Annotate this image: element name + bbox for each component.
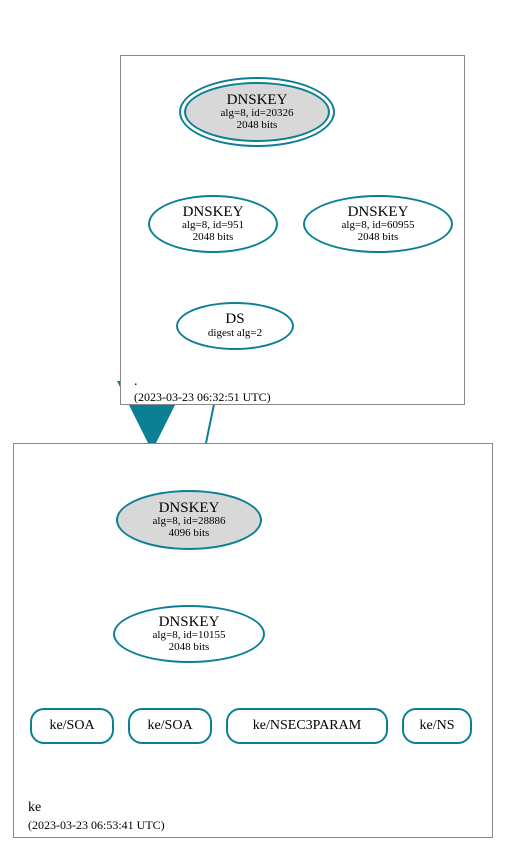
zone-ke-timestamp: (2023-03-23 06:53:41 UTC) bbox=[28, 818, 165, 833]
zone-root-timestamp: (2023-03-23 06:32:51 UTC) bbox=[134, 390, 271, 405]
node-ke-zsk: DNSKEY alg=8, id=10155 2048 bits bbox=[113, 605, 265, 663]
node-sub: 4096 bits bbox=[169, 528, 210, 540]
node-sub: 2048 bits bbox=[193, 232, 234, 244]
node-ke-ksk: DNSKEY alg=8, id=28886 4096 bits bbox=[116, 490, 262, 550]
node-title: DNSKEY bbox=[227, 93, 288, 109]
node-title: DNSKEY bbox=[159, 501, 220, 517]
diagram-stage: . (2023-03-23 06:32:51 UTC) ke (2023-03-… bbox=[0, 0, 509, 865]
node-root-zsk1: DNSKEY alg=8, id=951 2048 bits bbox=[148, 195, 278, 253]
node-sub: 2048 bits bbox=[169, 642, 210, 654]
zone-root-name: . bbox=[134, 374, 138, 390]
node-title: DNSKEY bbox=[348, 205, 409, 221]
node-ke-ns: ke/NS bbox=[402, 708, 472, 744]
node-root-ksk: DNSKEY alg=8, id=20326 2048 bits bbox=[184, 82, 330, 142]
node-sub: 2048 bits bbox=[358, 232, 399, 244]
node-sub: digest alg=2 bbox=[208, 328, 262, 340]
node-sub: 2048 bits bbox=[237, 120, 278, 132]
node-title: DS bbox=[225, 312, 244, 328]
node-root-zsk2: DNSKEY alg=8, id=60955 2048 bits bbox=[303, 195, 453, 253]
zone-ke-name: ke bbox=[28, 800, 41, 816]
node-root-ds: DS digest alg=2 bbox=[176, 302, 294, 350]
node-ke-nsec3param: ke/NSEC3PARAM bbox=[226, 708, 388, 744]
node-ke-soa2: ke/SOA bbox=[128, 708, 212, 744]
node-title: ke/SOA bbox=[49, 719, 94, 734]
node-title: DNSKEY bbox=[183, 205, 244, 221]
node-title: ke/SOA bbox=[147, 719, 192, 734]
node-ke-soa1: ke/SOA bbox=[30, 708, 114, 744]
node-title: ke/NS bbox=[420, 719, 455, 734]
node-title: DNSKEY bbox=[159, 615, 220, 631]
node-title: ke/NSEC3PARAM bbox=[253, 719, 361, 734]
